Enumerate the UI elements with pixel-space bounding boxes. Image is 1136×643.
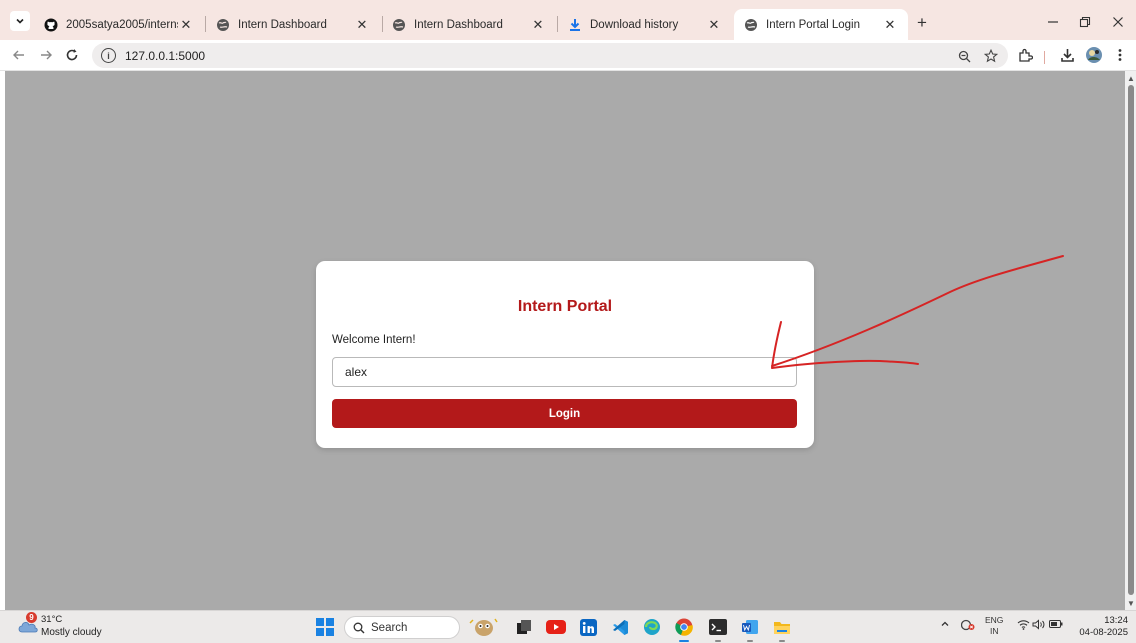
download-icon[interactable]	[1058, 46, 1076, 64]
close-icon	[1113, 17, 1123, 27]
tab-download-history[interactable]: Download history ✕	[558, 9, 732, 40]
system-clock[interactable]: 13:24 04-08-2025	[1079, 615, 1128, 639]
file-explorer-icon[interactable]	[772, 617, 792, 642]
browser-toolbar: i 127.0.0.1:5000	[0, 40, 1136, 71]
word-icon[interactable]	[740, 617, 760, 642]
bookmark-star-icon[interactable]	[983, 48, 999, 64]
page-viewport: Intern Portal Welcome Intern! Login	[5, 71, 1125, 610]
close-icon[interactable]: ✕	[882, 17, 898, 33]
welcome-label: Welcome Intern!	[332, 334, 416, 346]
scroll-up-arrow-icon[interactable]: ▲	[1127, 74, 1135, 83]
tray-overflow-chevron-icon[interactable]	[940, 619, 950, 632]
tab-github[interactable]: 2005satya2005/interns_portal ✕	[34, 9, 204, 40]
close-icon[interactable]: ✕	[530, 17, 546, 33]
search-label: Search	[371, 622, 408, 634]
clock-date: 04-08-2025	[1079, 627, 1128, 638]
close-icon[interactable]: ✕	[354, 17, 370, 33]
search-icon	[353, 622, 365, 634]
tab-search-button[interactable]	[10, 11, 30, 31]
battery-icon[interactable]	[1049, 619, 1063, 632]
copilot-tray-icon[interactable]	[960, 619, 975, 634]
vscode-icon[interactable]	[610, 617, 630, 637]
weather-badge: 9	[26, 612, 37, 623]
edge-icon[interactable]	[642, 617, 662, 637]
address-url[interactable]: 127.0.0.1:5000	[125, 49, 205, 63]
running-indicator	[779, 640, 785, 642]
tab-intern-dashboard-1[interactable]: Intern Dashboard ✕	[206, 9, 380, 40]
weather-temperature[interactable]: 31°C	[41, 614, 62, 625]
profile-avatar-icon[interactable]	[1085, 46, 1103, 64]
task-view-icon[interactable]	[514, 617, 534, 637]
globe-icon	[744, 18, 758, 32]
restore-button[interactable]	[1075, 12, 1095, 32]
site-info-icon[interactable]: i	[101, 48, 116, 63]
back-button[interactable]	[9, 45, 29, 65]
github-icon	[44, 18, 58, 32]
zoom-icon[interactable]	[956, 48, 972, 64]
scrollbar-thumb[interactable]	[1128, 85, 1134, 595]
address-bar[interactable]: i 127.0.0.1:5000	[92, 43, 1008, 68]
wifi-icon[interactable]	[1017, 619, 1030, 633]
tab-intern-dashboard-2[interactable]: Intern Dashboard ✕	[382, 9, 556, 40]
taskbar-search[interactable]: Search	[344, 616, 460, 639]
language-indicator[interactable]: ENG IN	[985, 615, 1003, 637]
tab-intern-portal-login[interactable]: Intern Portal Login ✕	[734, 9, 908, 40]
windows-start-icon[interactable]	[316, 618, 334, 636]
volume-icon[interactable]	[1032, 619, 1046, 633]
login-button[interactable]: Login	[332, 399, 797, 428]
globe-icon	[392, 18, 406, 32]
reload-button[interactable]	[62, 45, 82, 65]
minimize-button[interactable]	[1043, 12, 1063, 32]
page-scrollbar[interactable]: ▲ ▼	[1125, 71, 1136, 610]
minimize-icon	[1048, 21, 1058, 23]
close-icon[interactable]: ✕	[706, 17, 722, 33]
arrow-left-icon	[13, 50, 24, 60]
linkedin-icon[interactable]	[578, 617, 598, 637]
chrome-icon[interactable]	[674, 617, 694, 642]
language-code: ENG	[985, 615, 1004, 625]
terminal-icon[interactable]	[708, 617, 728, 642]
tab-title: 2005satya2005/interns_portal	[66, 18, 178, 31]
tab-title: Intern Portal Login	[766, 18, 860, 31]
tab-strip: 2005satya2005/interns_portal ✕ Intern Da…	[0, 0, 1136, 40]
toolbar-divider	[1044, 51, 1045, 64]
username-input[interactable]	[332, 357, 797, 387]
running-indicator	[679, 640, 689, 642]
youtube-icon[interactable]	[546, 617, 566, 637]
scroll-down-arrow-icon[interactable]: ▼	[1127, 599, 1135, 608]
forward-button[interactable]	[36, 45, 56, 65]
restore-icon	[1079, 16, 1091, 28]
login-card: Intern Portal Welcome Intern! Login	[316, 261, 814, 448]
extensions-icon[interactable]	[1016, 46, 1034, 64]
chevron-down-icon	[16, 18, 24, 24]
tab-title: Download history	[590, 18, 679, 31]
taskbar: 9 31°C Mostly cloudy Search ENG IN 13:24…	[0, 610, 1136, 643]
search-highlight-icon[interactable]	[466, 617, 502, 637]
running-indicator	[715, 640, 721, 642]
weather-description[interactable]: Mostly cloudy	[41, 627, 102, 638]
tab-title: Intern Dashboard	[414, 18, 503, 31]
close-icon[interactable]: ✕	[178, 17, 194, 33]
arrow-right-icon	[41, 50, 52, 60]
globe-icon	[216, 18, 230, 32]
language-region: IN	[989, 626, 999, 636]
page-title: Intern Portal	[517, 298, 613, 315]
new-tab-button[interactable]: +	[912, 13, 932, 33]
download-icon	[568, 18, 582, 32]
more-menu-icon[interactable]	[1111, 46, 1129, 64]
tab-title: Intern Dashboard	[238, 18, 327, 31]
reload-icon	[66, 49, 78, 61]
window-close-button[interactable]	[1108, 12, 1128, 32]
running-indicator	[747, 640, 753, 642]
clock-time: 13:24	[1104, 615, 1128, 626]
